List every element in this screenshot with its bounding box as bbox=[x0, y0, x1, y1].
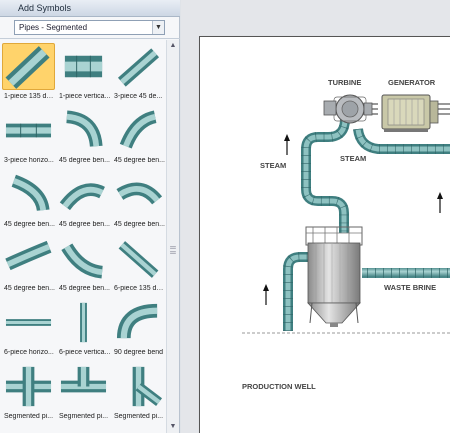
pipe-45-bend-icon[interactable] bbox=[2, 235, 55, 282]
diagram-page[interactable]: TURBINE GENERATOR STEAM STEAM WASTE BRIN… bbox=[199, 36, 450, 433]
scroll-grip-icon[interactable]: ═ ═ bbox=[169, 244, 177, 257]
symbol-label: 6-piece 135 de... bbox=[114, 285, 166, 292]
steam-label-left: STEAM bbox=[260, 161, 286, 170]
symbol-category-dropdown[interactable]: Pipes - Segmented ▼ bbox=[14, 20, 165, 35]
steam-pipe bbox=[301, 118, 350, 233]
symbol-item[interactable]: 3-piece horizo... bbox=[1, 104, 56, 168]
symbol-item[interactable]: 6-piece horizo... bbox=[1, 296, 56, 360]
symbol-label: Segmented pi... bbox=[114, 413, 164, 420]
waste-brine-label: WASTE BRINE bbox=[384, 283, 436, 292]
generator bbox=[381, 94, 439, 132]
pipe-horizontal-6piece-icon[interactable] bbox=[2, 299, 55, 346]
symbol-item[interactable]: 45 degree ben... bbox=[111, 104, 166, 168]
separator-tank bbox=[305, 226, 363, 327]
pipe-45-bend-icon[interactable] bbox=[57, 171, 110, 218]
production-well-label: PRODUCTION WELL bbox=[242, 382, 316, 391]
pipe-horizontal-3piece-icon[interactable] bbox=[2, 107, 55, 154]
symbol-label: 6-piece horizo... bbox=[4, 349, 54, 356]
generator-label: GENERATOR bbox=[388, 78, 436, 87]
symbol-label: 45 degree ben... bbox=[114, 221, 165, 228]
divider bbox=[0, 38, 180, 39]
symbol-item[interactable]: Segmented pi... bbox=[1, 360, 56, 424]
symbol-label: 45 degree ben... bbox=[4, 221, 55, 228]
symbol-label: 3-piece 45 de... bbox=[114, 93, 163, 100]
symbol-label: Segmented pi... bbox=[59, 413, 109, 420]
symbol-item[interactable]: 6-piece 135 de... bbox=[111, 232, 166, 296]
symbol-item[interactable]: 45 degree ben... bbox=[56, 168, 111, 232]
symbol-label: 3-piece horizo... bbox=[4, 157, 54, 164]
symbol-item[interactable]: 45 degree ben... bbox=[1, 168, 56, 232]
drawing-canvas[interactable]: TURBINE GENERATOR STEAM STEAM WASTE BRIN… bbox=[181, 0, 450, 433]
symbol-item[interactable]: 45 degree ben... bbox=[56, 232, 111, 296]
pipe-45-bend-icon[interactable] bbox=[57, 235, 110, 282]
panel-title: Add Symbols bbox=[0, 0, 180, 17]
symbol-label: 1-piece vertica... bbox=[59, 93, 111, 100]
pipe-45-bend-icon[interactable] bbox=[2, 171, 55, 218]
pipe-45-bend-icon[interactable] bbox=[112, 107, 165, 154]
symbol-label: 45 degree ben... bbox=[59, 221, 110, 228]
symbol-item[interactable]: 3-piece 45 de... bbox=[111, 40, 166, 104]
symbol-label: 45 degree ben... bbox=[59, 285, 110, 292]
scrollbar[interactable]: ▲ ═ ═ ▼ bbox=[166, 40, 179, 433]
symbol-item[interactable]: 45 degree ben... bbox=[111, 168, 166, 232]
symbol-label: 90 degree bend bbox=[114, 349, 164, 356]
turbine-label: TURBINE bbox=[328, 78, 361, 87]
production-well-pipe bbox=[283, 252, 308, 331]
pipe-tee-icon[interactable] bbox=[57, 363, 110, 410]
symbol-label: 45 degree ben... bbox=[4, 285, 55, 292]
pipe-135-degree-6piece-icon[interactable] bbox=[112, 235, 165, 282]
add-symbols-panel: Add Symbols Pipes - Segmented ▼ 1-piece … bbox=[0, 0, 180, 433]
symbol-item[interactable]: 90 degree bend bbox=[111, 296, 166, 360]
waste-brine-pipe bbox=[362, 268, 450, 278]
pipe-45-bend-icon[interactable] bbox=[112, 171, 165, 218]
symbol-item[interactable]: 1-piece vertica... bbox=[56, 40, 111, 104]
pipe-cross-icon[interactable] bbox=[2, 363, 55, 410]
symbol-item[interactable]: 1-piece 135 de... bbox=[1, 40, 56, 104]
steam-label-mid: STEAM bbox=[340, 154, 366, 163]
symbol-item[interactable]: Segmented pi... bbox=[56, 360, 111, 424]
scroll-down-icon[interactable]: ▼ bbox=[167, 421, 179, 433]
symbol-label: Segmented pi... bbox=[4, 413, 54, 420]
pipe-vertical-6piece-icon[interactable] bbox=[57, 299, 110, 346]
pipe-90-bend-icon[interactable] bbox=[112, 299, 165, 346]
symbol-item[interactable]: 45 degree ben... bbox=[56, 104, 111, 168]
pipe-straight-vertical-icon[interactable] bbox=[57, 43, 110, 90]
symbol-item[interactable]: 45 degree ben... bbox=[1, 232, 56, 296]
symbol-label: 1-piece 135 de... bbox=[4, 93, 56, 100]
symbol-label: 45 degree ben... bbox=[114, 157, 165, 164]
symbol-label: 45 degree ben... bbox=[59, 157, 110, 164]
pipe-tee-angled-icon[interactable] bbox=[112, 363, 165, 410]
symbol-item[interactable]: Segmented pi... bbox=[111, 360, 166, 424]
geothermal-diagram: TURBINE GENERATOR STEAM STEAM WASTE BRIN… bbox=[242, 78, 450, 391]
symbol-item[interactable]: 6-piece vertica... bbox=[56, 296, 111, 360]
chevron-down-icon[interactable]: ▼ bbox=[152, 21, 164, 34]
scroll-up-icon[interactable]: ▲ bbox=[167, 40, 179, 52]
dropdown-value: Pipes - Segmented bbox=[19, 23, 88, 32]
pipe-45-degree-3piece-icon[interactable] bbox=[112, 43, 165, 90]
symbol-grid: 1-piece 135 de... 1-piece vertica... 3-pie… bbox=[0, 40, 166, 433]
symbol-label: 6-piece vertica... bbox=[59, 349, 111, 356]
pipe-135-degree-icon[interactable] bbox=[2, 43, 55, 90]
turbine bbox=[323, 94, 373, 124]
pipe-45-bend-icon[interactable] bbox=[57, 107, 110, 154]
